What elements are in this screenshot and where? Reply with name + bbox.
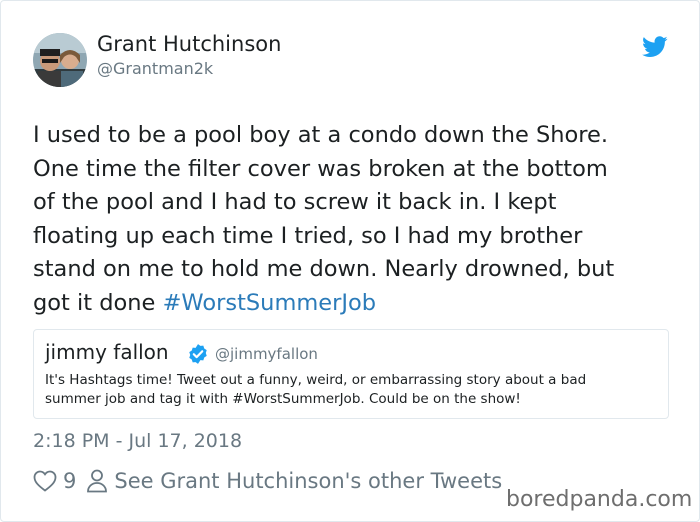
watermark: boredpanda.com — [506, 487, 693, 512]
tweet-actions: 9 See Grant Hutchinson's other Tweets — [33, 466, 502, 496]
twitter-bird-icon[interactable] — [642, 36, 668, 58]
tweet-text-line: stand on me to hold me down. Nearly drow… — [33, 256, 615, 282]
quoted-tweet[interactable]: jimmy fallon @jimmyfallon It's Hashtags … — [33, 329, 669, 419]
avatar[interactable] — [33, 33, 87, 87]
tweet-text-line: of the pool and I had to screw it back i… — [33, 189, 557, 215]
heart-icon[interactable] — [33, 470, 57, 492]
tweet-text: I used to be a pool boy at a condo down … — [33, 119, 669, 320]
tweet-timestamp[interactable]: 2:18 PM - Jul 17, 2018 — [33, 430, 242, 452]
quoted-text-line: It's Hashtags time! Tweet out a funny, w… — [45, 372, 587, 388]
tweet-text-line: floating up each time I tried, so I had … — [33, 222, 583, 249]
see-other-tweets-link[interactable]: See Grant Hutchinson's other Tweets — [114, 469, 502, 493]
tweet-text-last-line: got it done #WorstSummerJob — [33, 287, 669, 321]
tweet-text-line: I used to be a pool boy at a condo down … — [33, 122, 609, 148]
tweet-card: Grant Hutchinson @Grantman2k I used to b… — [0, 0, 700, 522]
tweet-text-line: One time the filter cover was broken at … — [33, 155, 608, 182]
author-name[interactable]: Grant Hutchinson — [97, 32, 281, 56]
quoted-text-line: summer job and tag it with #WorstSummerJ… — [45, 391, 521, 407]
author-handle[interactable]: @Grantman2k — [97, 59, 213, 78]
hashtag-link[interactable]: #WorstSummerJob — [163, 290, 377, 316]
quoted-author-handle: @jimmyfallon — [215, 345, 318, 363]
tweet-text-line-end: got it done — [33, 289, 163, 316]
quoted-tweet-text: It's Hashtags time! Tweet out a funny, w… — [45, 371, 655, 409]
like-count[interactable]: 9 — [63, 469, 76, 493]
person-icon — [87, 469, 108, 493]
quoted-author-name: jimmy fallon — [45, 340, 169, 364]
verified-badge-icon — [189, 344, 207, 364]
